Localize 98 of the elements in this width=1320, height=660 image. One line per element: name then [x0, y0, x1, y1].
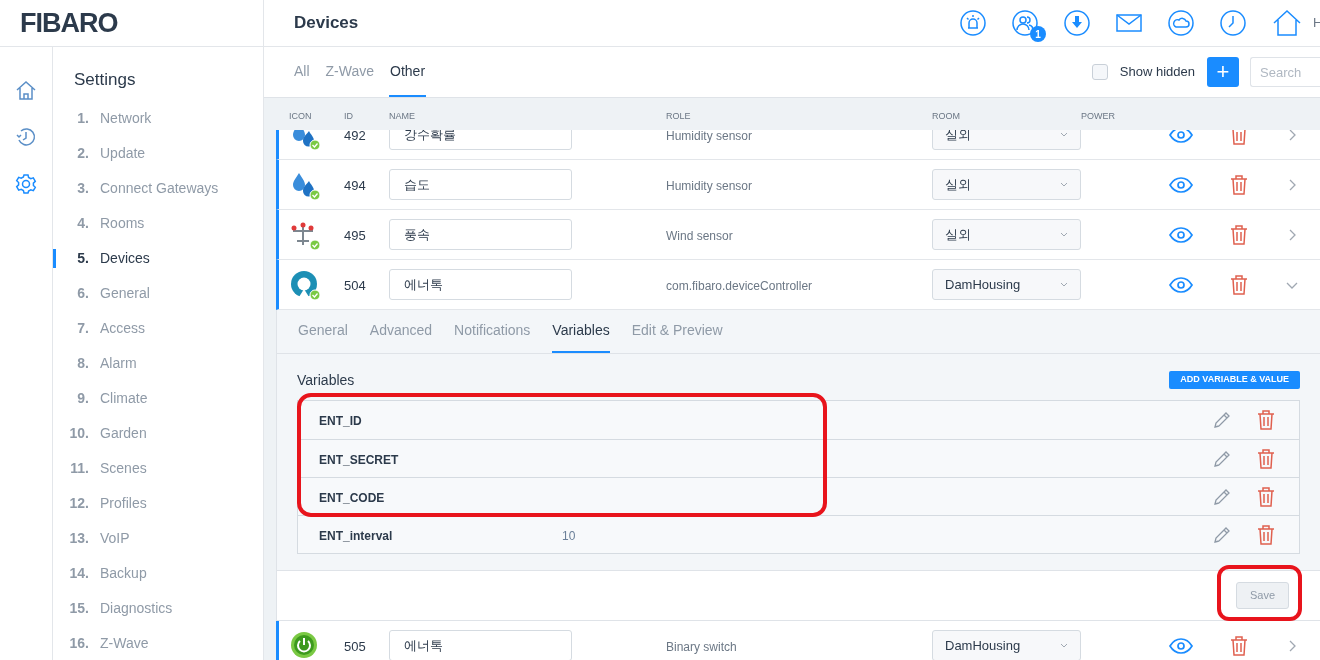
home-icon[interactable] — [15, 79, 37, 101]
tab[interactable]: Variables — [552, 310, 610, 353]
delete-icon[interactable] — [1230, 635, 1248, 656]
device-row[interactable]: 505 에너톡 Binary switch DamHousing — [276, 621, 1320, 660]
logo: FIBARO — [20, 6, 118, 40]
device-row[interactable]: 495 풍속 Wind sensor 실외 — [276, 210, 1320, 260]
delete-icon[interactable] — [1230, 174, 1248, 195]
sidebar-item[interactable]: 2. Update — [53, 136, 263, 171]
room-dropdown[interactable]: DamHousing — [932, 269, 1081, 300]
sidebar-item[interactable]: 11. Scenes — [53, 451, 263, 486]
sidebar-title: Settings — [73, 69, 137, 91]
sidebar-item[interactable]: 16. Z-Wave — [53, 626, 263, 660]
add-variable-button[interactable]: ADD VARIABLE & VALUE — [1169, 371, 1300, 389]
column-header: ROLE — [666, 111, 691, 121]
visibility-icon[interactable] — [1169, 130, 1193, 143]
device-row[interactable]: 494 습도 Humidity sensor 실외 — [276, 160, 1320, 210]
pencil-icon[interactable] — [1212, 410, 1232, 430]
caret-icon — [1060, 643, 1068, 648]
room-dropdown[interactable]: 실외 — [932, 219, 1081, 250]
clock-icon[interactable] — [15, 126, 37, 148]
tab[interactable]: All — [293, 47, 311, 97]
variable-name: ENT_interval — [319, 528, 393, 543]
tab[interactable]: Other — [389, 47, 427, 97]
tab[interactable]: Advanced — [369, 310, 433, 353]
sidebar-item[interactable]: 13. VoIP — [53, 521, 263, 556]
tab[interactable]: Z-Wave — [324, 47, 376, 97]
delete-icon[interactable] — [1257, 448, 1275, 469]
sidebar-item[interactable]: 5. Devices — [53, 241, 263, 276]
sidebar-item[interactable]: 6. General — [53, 276, 263, 311]
device-role: Wind sensor — [666, 228, 733, 243]
room-dropdown[interactable]: DamHousing — [932, 630, 1081, 660]
visibility-icon[interactable] — [1169, 276, 1193, 293]
sidebar-item[interactable]: 7. Access — [53, 311, 263, 346]
caret-icon — [1060, 132, 1068, 137]
alarm-siren-icon[interactable] — [960, 10, 986, 36]
tab[interactable]: Edit & Preview — [631, 310, 723, 353]
column-header: NAME — [389, 111, 415, 121]
visibility-icon[interactable] — [1169, 226, 1193, 243]
checkbox-label: Show hidden — [1119, 63, 1195, 82]
checkbox[interactable] — [1091, 64, 1108, 80]
delete-icon[interactable] — [1257, 524, 1275, 545]
weather-icon[interactable] — [1168, 10, 1194, 36]
column-header: ROOM — [932, 111, 960, 121]
device-id: 492 — [344, 130, 366, 143]
ring-logo-icon — [289, 268, 321, 301]
visibility-icon[interactable] — [1169, 637, 1193, 654]
sidebar-item[interactable]: 8. Alarm — [53, 346, 263, 381]
caret-icon — [1060, 282, 1068, 287]
delete-icon[interactable] — [1257, 410, 1275, 430]
download-icon[interactable] — [1064, 10, 1090, 36]
users-icon[interactable] — [1012, 10, 1038, 36]
notification-badge: 1 — [1030, 26, 1046, 42]
section-title: Variables — [297, 370, 355, 390]
name-field[interactable]: 풍속 — [389, 219, 572, 250]
caret-icon — [1060, 232, 1068, 237]
device-role: Humidity sensor — [666, 130, 753, 143]
variable-value: 10 — [562, 528, 576, 543]
sidebar-item[interactable]: 9. Climate — [53, 381, 263, 416]
room-dropdown[interactable]: 실외 — [932, 169, 1081, 200]
device-id: 504 — [344, 277, 366, 293]
sidebar-item[interactable]: 4. Rooms — [53, 206, 263, 241]
caret-icon — [1060, 182, 1068, 187]
name-field[interactable]: 습도 — [389, 169, 572, 200]
delete-icon[interactable] — [1230, 130, 1248, 145]
delete-icon[interactable] — [1257, 486, 1275, 507]
column-header: ICON — [289, 111, 312, 121]
device-id: 494 — [344, 177, 366, 193]
sidebar-item[interactable]: 1. Network — [53, 101, 263, 136]
column-header: ID — [344, 111, 353, 121]
clock-icon[interactable] — [1220, 10, 1246, 36]
sidebar-item[interactable]: 15. Diagnostics — [53, 591, 263, 626]
name-field[interactable]: 에너톡 — [389, 269, 572, 300]
search-field[interactable]: Search — [1250, 57, 1320, 87]
home-icon[interactable] — [1272, 9, 1302, 37]
device-id: 495 — [344, 227, 366, 243]
sidebar-item[interactable]: 3. Connect Gateways — [53, 171, 263, 206]
add-button[interactable]: + — [1207, 57, 1239, 87]
sidebar-item[interactable]: 10. Garden — [53, 416, 263, 451]
sidebar-item[interactable]: 14. Backup — [53, 556, 263, 591]
tab[interactable]: Notifications — [454, 310, 531, 353]
device-id: 505 — [344, 638, 366, 654]
sidebar-item[interactable]: 12. Profiles — [53, 486, 263, 521]
column-header: POWER — [1081, 111, 1115, 121]
device-row[interactable]: 504 에너톡 com.fibaro.deviceController DamHousing — [276, 260, 1320, 310]
tab[interactable]: General — [298, 310, 348, 353]
save-button[interactable]: Save — [1235, 582, 1289, 609]
visibility-icon[interactable] — [1169, 176, 1193, 193]
settings-icon[interactable] — [15, 173, 37, 195]
device-role: Binary switch — [666, 639, 737, 654]
device-role: Humidity sensor — [666, 178, 753, 193]
variable-name: ENT_SECRET — [319, 452, 399, 467]
page-title: Devices — [294, 12, 359, 35]
delete-icon[interactable] — [1230, 224, 1248, 245]
delete-icon[interactable] — [1230, 274, 1248, 295]
device-role: com.fibaro.deviceController — [666, 278, 813, 293]
variable-name: ENT_ID — [319, 414, 362, 428]
name-field[interactable]: 에너톡 — [389, 630, 572, 660]
variable-name: ENT_CODE — [319, 490, 385, 505]
